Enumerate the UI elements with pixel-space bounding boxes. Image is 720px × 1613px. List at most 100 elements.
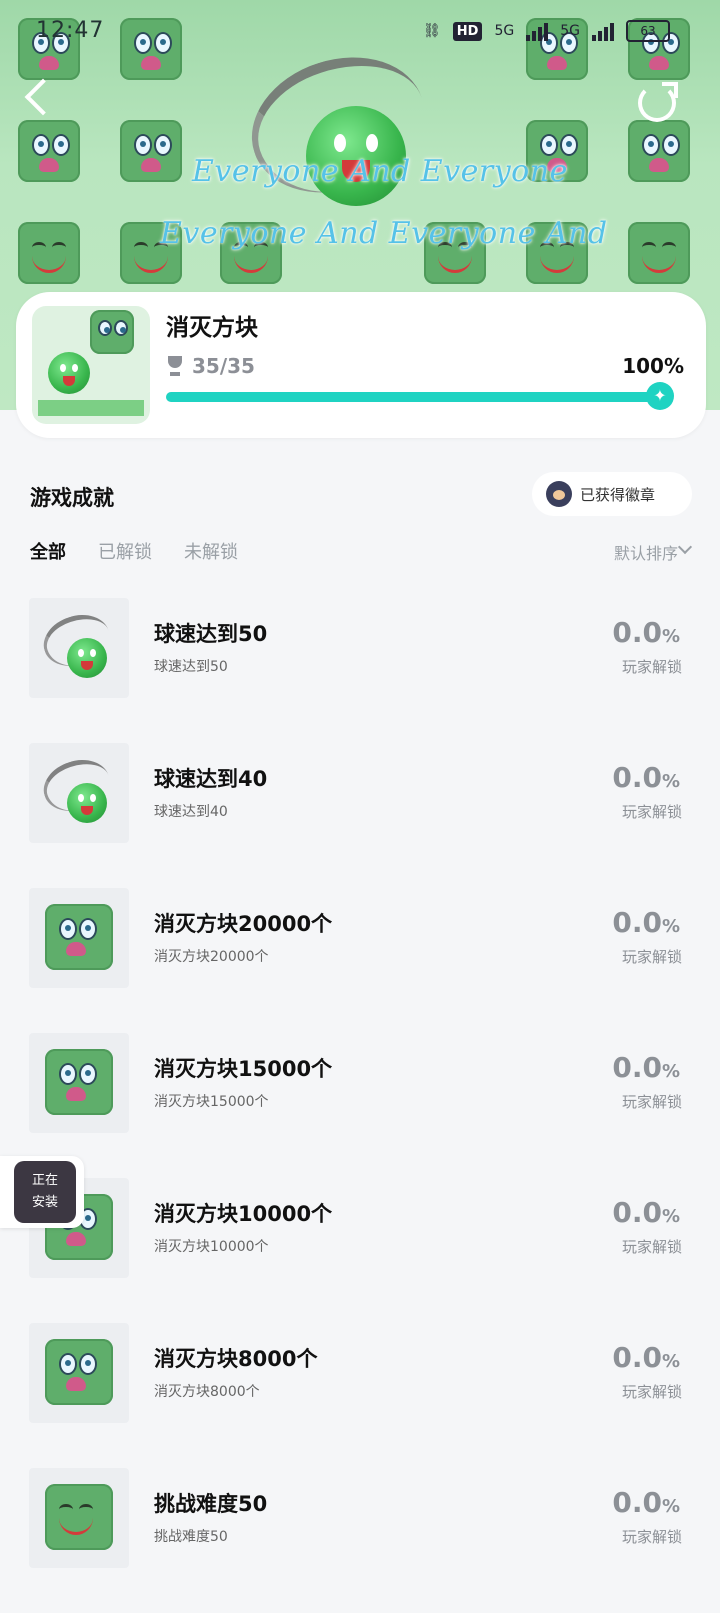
unlock-rate-label: 玩家解锁 [621, 1238, 682, 1256]
achievement-title: 消灭方块15000个 [154, 1057, 333, 1081]
earned-badges-button[interactable]: 已获得徽章 [532, 472, 692, 516]
unlock-rate-label: 玩家解锁 [621, 1528, 682, 1546]
installing-float[interactable]: 正在 安装 [0, 1156, 84, 1228]
progress-bar: ✦ [166, 382, 674, 410]
section-title: 游戏成就 [30, 486, 114, 510]
battery-icon: 63 [626, 20, 670, 42]
unlock-rate-label: 玩家解锁 [621, 1093, 682, 1111]
achievement-row[interactable]: 消灭方块10000个 消灭方块10000个 0.0% 玩家解锁 [0, 1178, 720, 1323]
achievement-title: 球速达到40 [154, 767, 268, 791]
block-icon [628, 120, 690, 182]
game-card[interactable]: 消灭方块 35/35 100% ✦ [16, 292, 706, 438]
achievement-icon [29, 1033, 129, 1133]
achievement-row[interactable]: 挑战难度50 挑战难度50 0.0% 玩家解锁 [0, 1468, 720, 1613]
unlock-rate-label: 玩家解锁 [621, 803, 682, 821]
unlock-rate: 0.0% [612, 1196, 680, 1229]
hd-badge: HD [452, 21, 483, 41]
unlock-rate-label: 玩家解锁 [621, 948, 682, 966]
achievement-row[interactable]: 消灭方块20000个 消灭方块20000个 0.0% 玩家解锁 [0, 888, 720, 1033]
unlock-rate: 0.0% [612, 906, 680, 939]
block-icon [120, 120, 182, 182]
achievement-desc: 球速达到50 [154, 659, 228, 675]
green-ball-icon [67, 783, 107, 823]
unlock-rate-value: 0.0 [612, 1051, 662, 1084]
achievement-desc: 球速达到40 [154, 804, 228, 820]
tab-unlocked[interactable]: 已解锁 [98, 538, 152, 564]
status-time: 12:47 [36, 18, 105, 43]
network-label-left: 5G [494, 23, 515, 39]
game-title: 消灭方块 [166, 315, 258, 341]
link-icon: ⛓ [423, 23, 441, 39]
sort-dropdown[interactable]: 默认排序 [614, 540, 678, 564]
share-icon[interactable] [638, 82, 678, 122]
earned-badges-label: 已获得徽章 [580, 485, 656, 504]
progress-percent: 100% [622, 354, 684, 378]
unlock-rate-label: 玩家解锁 [621, 1383, 682, 1401]
achievement-icon [29, 1468, 129, 1568]
achievement-desc: 消灭方块10000个 [154, 1239, 269, 1255]
installing-label-line1: 正在 [31, 1173, 58, 1188]
achievement-row[interactable]: 球速达到40 球速达到40 0.0% 玩家解锁 [0, 743, 720, 888]
tab-all[interactable]: 全部 [30, 538, 66, 564]
unlock-rate: 0.0% [612, 1486, 680, 1519]
unlock-rate-value: 0.0 [612, 1196, 662, 1229]
achievement-desc: 消灭方块8000个 [154, 1384, 260, 1400]
green-block-icon [45, 1339, 113, 1405]
unlock-rate-label: 玩家解锁 [621, 658, 682, 676]
ground-bar [38, 400, 144, 416]
happy-block-icon [18, 222, 80, 284]
signal-icon [592, 21, 614, 41]
progress-fill: ✦ [166, 382, 674, 410]
unlock-rate-unit: % [661, 1351, 680, 1372]
unlock-rate-unit: % [661, 1496, 680, 1517]
achievement-icon [29, 888, 129, 988]
achievement-icon [29, 743, 129, 843]
hero-text-line1: Everyone And Everyone [192, 154, 568, 189]
green-block-icon [45, 1049, 113, 1115]
green-ball-icon [48, 352, 90, 394]
block-icon [120, 18, 182, 80]
block-icon [18, 120, 80, 182]
achievement-list: 球速达到50 球速达到50 0.0% 玩家解锁 球速达到40 球速达到40 0.… [0, 598, 720, 1613]
trophy-icon [166, 356, 184, 378]
achievement-desc: 挑战难度50 [154, 1529, 228, 1545]
achievement-count: 35/35 [192, 354, 255, 378]
unlock-rate-value: 0.0 [612, 761, 662, 794]
installing-label-line2: 安装 [31, 1195, 58, 1210]
unlock-rate-unit: % [661, 626, 680, 647]
achievement-row[interactable]: 球速达到50 球速达到50 0.0% 玩家解锁 [0, 598, 720, 743]
unlock-rate: 0.0% [612, 1051, 680, 1084]
unlock-rate: 0.0% [612, 616, 680, 649]
unlock-rate-unit: % [661, 1061, 680, 1082]
achievement-icon [29, 598, 129, 698]
achievement-title: 消灭方块8000个 [154, 1347, 318, 1371]
achievement-title: 挑战难度50 [154, 1492, 268, 1516]
avatar-badge-icon [546, 481, 572, 507]
unlock-rate-unit: % [661, 1206, 680, 1227]
back-arrow-icon[interactable] [24, 78, 62, 116]
status-icons: ⛓ HD 5G 5G 63 [423, 20, 670, 42]
achievement-desc: 消灭方块15000个 [154, 1094, 269, 1110]
happy-block-icon [628, 222, 690, 284]
sparkle-icon: ✦ [646, 382, 674, 410]
achievement-title: 消灭方块10000个 [154, 1202, 333, 1226]
unlock-rate-value: 0.0 [612, 1486, 662, 1519]
hero-text-line2: Everyone And Everyone And [160, 216, 608, 251]
green-block-icon [45, 904, 113, 970]
network-label-right: 5G [560, 23, 580, 39]
achievement-row[interactable]: 消灭方块15000个 消灭方块15000个 0.0% 玩家解锁 [0, 1033, 720, 1178]
tab-locked[interactable]: 未解锁 [184, 538, 238, 564]
unlock-rate-value: 0.0 [612, 906, 662, 939]
unlock-rate-value: 0.0 [612, 616, 662, 649]
chevron-down-icon[interactable] [677, 539, 693, 555]
achievement-row[interactable]: 消灭方块8000个 消灭方块8000个 0.0% 玩家解锁 [0, 1323, 720, 1468]
signal-icon [526, 21, 549, 41]
unlock-rate: 0.0% [612, 761, 680, 794]
unlock-rate-unit: % [661, 771, 680, 792]
green-ball-icon [67, 638, 107, 678]
achievement-desc: 消灭方块20000个 [154, 949, 269, 965]
unlock-rate-unit: % [661, 916, 680, 937]
unlock-rate-value: 0.0 [612, 1341, 662, 1374]
game-thumbnail [32, 306, 150, 424]
unlock-rate: 0.0% [612, 1341, 680, 1374]
